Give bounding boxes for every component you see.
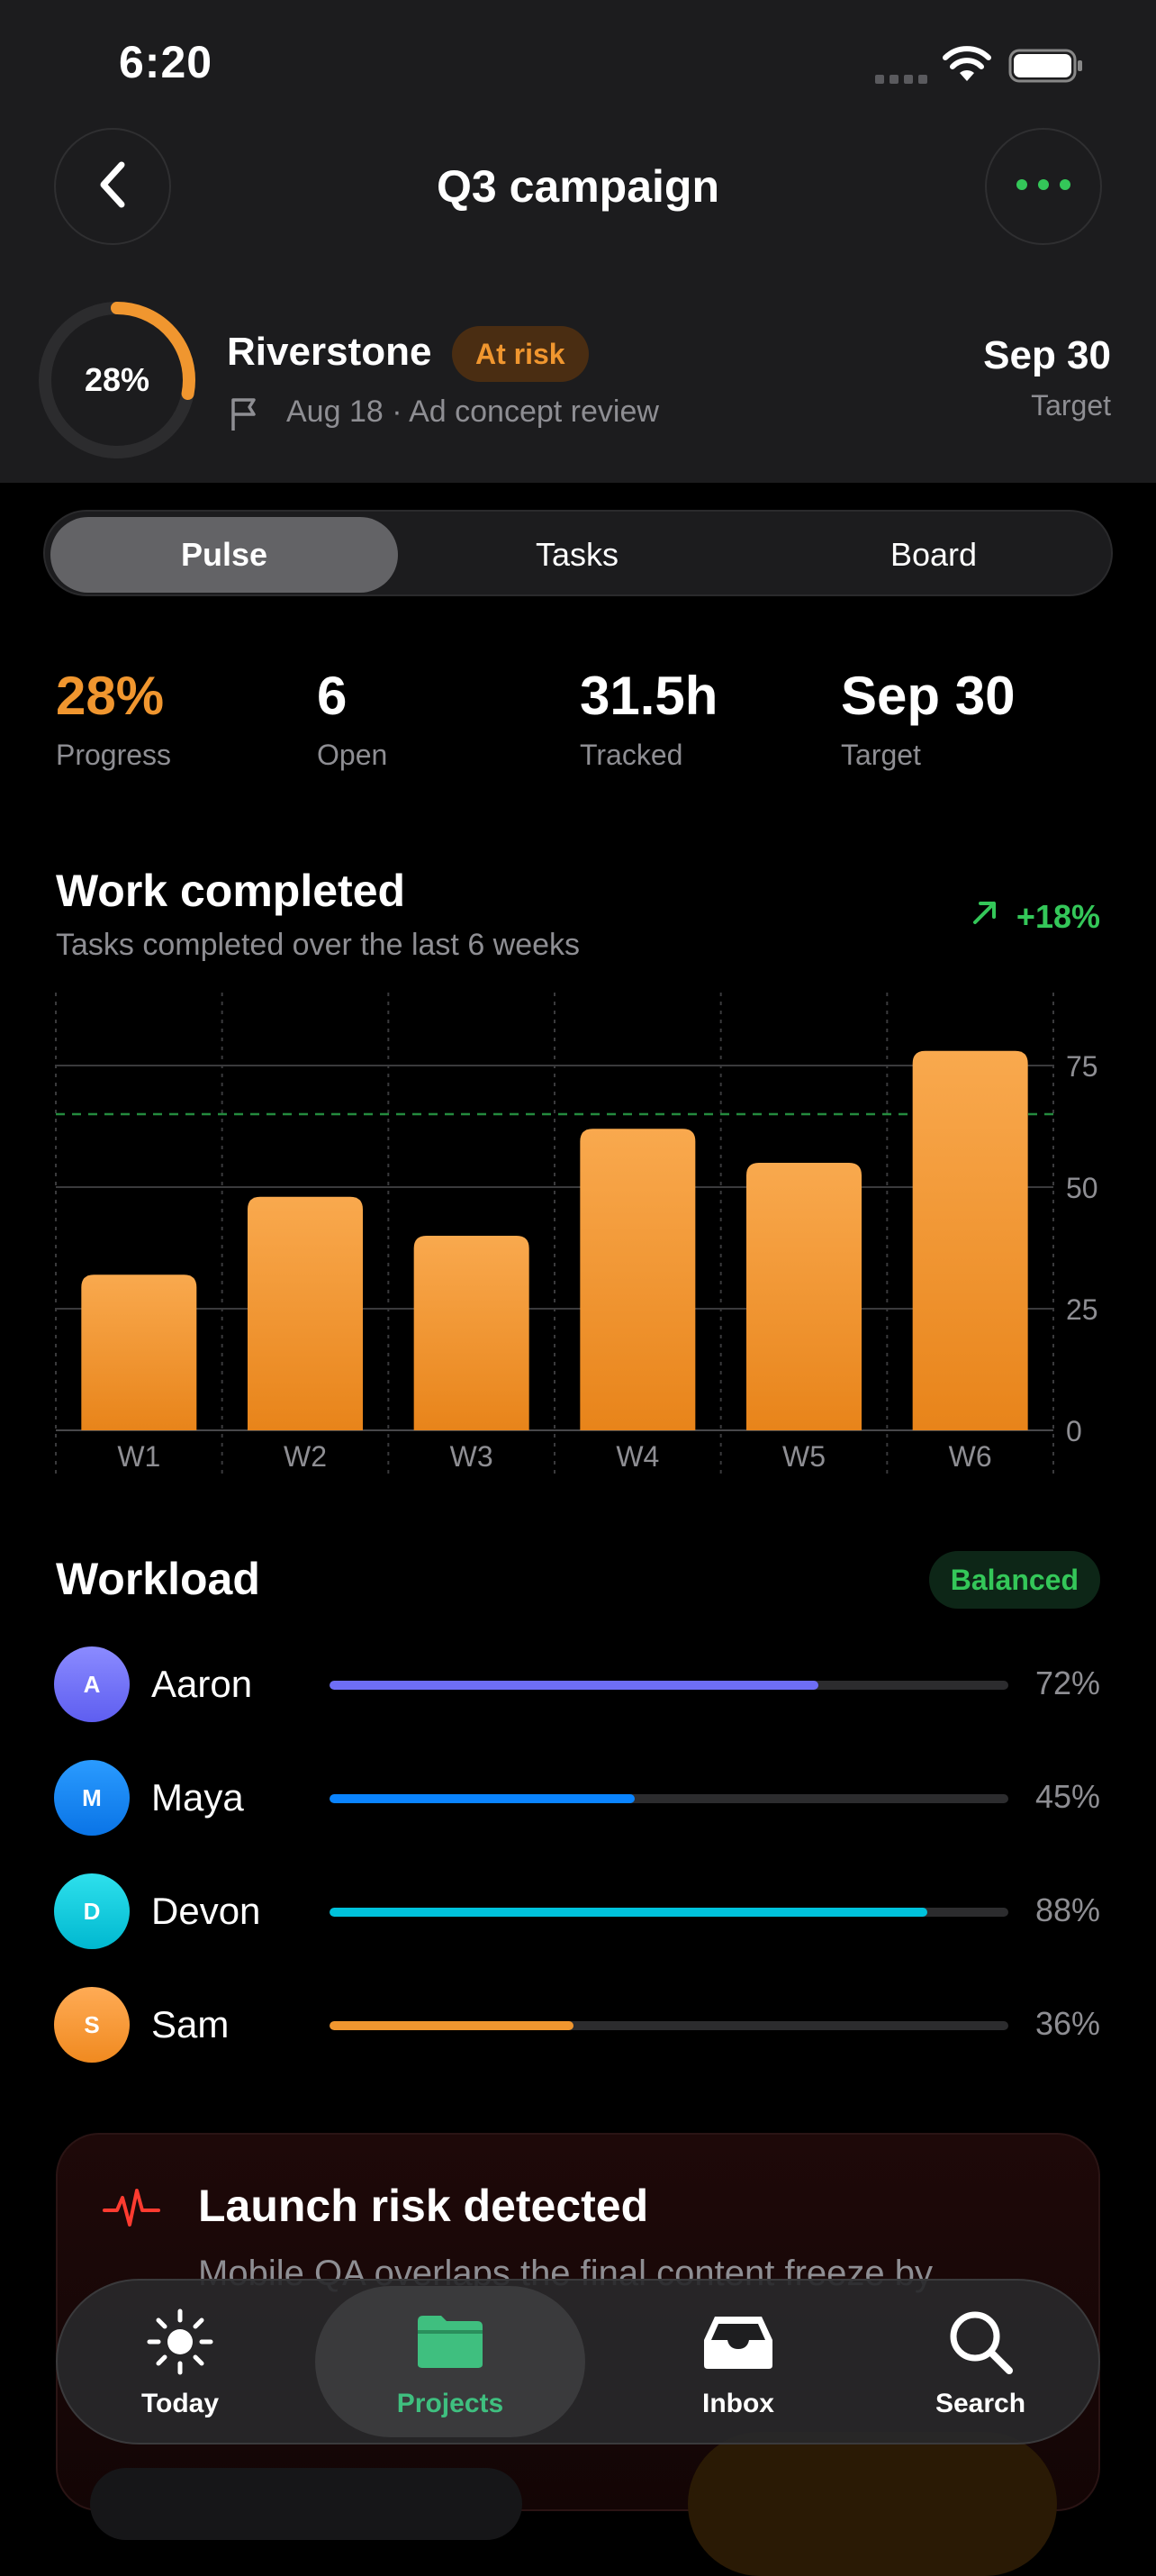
milestone-text: Aug 18 · Ad concept review (286, 395, 659, 429)
workload-row[interactable]: S Sam 36% (0, 1987, 1156, 2066)
member-name: Devon (151, 1890, 261, 1932)
y-tick-label: 0 (1066, 1415, 1082, 1447)
x-tick-label: W6 (949, 1440, 992, 1473)
work-completed-chart: 0 25 50 75 W1 W2 W3 W4 W5 W6 (55, 993, 1098, 1475)
workload-percent: 88% (1034, 1891, 1100, 1928)
workload-row[interactable]: M Maya 45% (0, 1760, 1156, 1839)
inbox-icon (621, 2306, 855, 2378)
arrow-up-right-icon (970, 897, 1000, 936)
chart-subtitle: Tasks completed over the last 6 weeks (56, 928, 581, 962)
workload-row[interactable]: D Devon 88% (0, 1873, 1156, 1953)
project-name: Riverstone (227, 330, 432, 374)
chart-bar (248, 1196, 363, 1430)
chart-bar (746, 1163, 862, 1430)
chart-title: Work completed (56, 866, 406, 916)
trend-value: +18% (1016, 897, 1100, 935)
avatar: S (54, 1987, 130, 2063)
chart-bar (912, 1050, 1028, 1430)
tab-bar-inbox[interactable]: Inbox (621, 2286, 855, 2437)
tab-bar-label: Inbox (702, 2389, 774, 2418)
cellular-signal-icon (875, 72, 929, 88)
trend-indicator: +18% (970, 897, 1100, 936)
stat-progress-label: Progress (56, 739, 172, 771)
x-tick-label: W5 (782, 1440, 826, 1473)
x-tick-label: W1 (117, 1440, 160, 1473)
search-icon (868, 2306, 1093, 2378)
tab-pulse[interactable]: Pulse (50, 517, 398, 593)
progress-ring: 28% (34, 297, 200, 463)
workload-percent: 72% (1034, 1664, 1100, 1701)
workload-bar-track (330, 1794, 1008, 1803)
workload-bar-track (330, 1908, 1008, 1917)
more-options-button[interactable] (985, 128, 1102, 245)
pulse-icon (103, 2185, 160, 2236)
workload-bar-fill (330, 1794, 636, 1803)
workload-percent: 36% (1034, 2005, 1100, 2042)
chart-bar (580, 1129, 696, 1430)
wifi-icon (942, 45, 992, 89)
tab-bar-label: Projects (396, 2389, 504, 2418)
workload-bar-fill (330, 1681, 818, 1690)
tab-board[interactable]: Board (760, 517, 1107, 593)
stat-open-value: 6 (317, 666, 348, 726)
stat-tracked-label: Tracked (580, 739, 683, 771)
project-header: 6:20 Q3 campaign 28% Riverstone At risk … (0, 0, 1156, 483)
workload-percent: 45% (1034, 1778, 1100, 1815)
avatar: A (54, 1646, 130, 1722)
stat-target-value: Sep 30 (841, 666, 1016, 726)
tab-bar: Today Projects Inbox Search (56, 2279, 1100, 2444)
stat-tracked-value: 31.5h (580, 666, 718, 726)
status-badge: At risk (452, 326, 589, 382)
x-tick-label: W3 (450, 1440, 493, 1473)
stat-target-label: Target (841, 739, 921, 771)
tab-tasks[interactable]: Tasks (403, 517, 751, 593)
member-name: Aaron (151, 1663, 253, 1705)
member-name: Maya (151, 1776, 244, 1819)
workload-bar-fill (330, 2021, 574, 2030)
page-title: Q3 campaign (437, 161, 719, 212)
progress-ring-label: 28% (84, 361, 150, 398)
workload-title: Workload (56, 1554, 260, 1604)
avatar: D (54, 1873, 130, 1949)
status-time: 6:20 (119, 37, 213, 87)
x-tick-label: W2 (284, 1440, 327, 1473)
chart-bar (413, 1236, 529, 1430)
y-tick-label: 50 (1066, 1172, 1098, 1204)
tab-bar-projects[interactable]: Projects (315, 2286, 585, 2437)
tab-bar-today[interactable]: Today (63, 2286, 297, 2437)
folder-icon (315, 2306, 585, 2378)
stat-progress-value: 28% (56, 666, 165, 726)
sun-icon (63, 2306, 297, 2378)
flag-icon (229, 396, 261, 437)
segmented-control: Pulse Tasks Board (43, 510, 1113, 596)
avatar: M (54, 1760, 130, 1836)
workload-bar-track (330, 2021, 1008, 2030)
tab-bar-label: Search (935, 2389, 1026, 2418)
alert-title: Launch risk detected (198, 2181, 649, 2231)
y-tick-label: 75 (1066, 1050, 1098, 1083)
workload-bar-track (330, 1681, 1008, 1690)
target-date: Sep 30 (983, 333, 1111, 377)
stat-open-label: Open (317, 739, 388, 771)
tab-bar-label: Today (140, 2389, 220, 2418)
y-tick-label: 25 (1066, 1293, 1098, 1326)
tab-bar-search[interactable]: Search (868, 2286, 1093, 2437)
member-name: Sam (151, 2003, 230, 2045)
battery-icon (1008, 49, 1084, 87)
x-tick-label: W4 (616, 1440, 659, 1473)
workload-badge: Balanced (928, 1551, 1100, 1609)
background-element (688, 2432, 1057, 2576)
background-element (90, 2468, 522, 2540)
ellipsis-icon (1015, 178, 1072, 195)
target-label: Target (1031, 389, 1111, 422)
workload-row[interactable]: A Aaron 72% (0, 1646, 1156, 1726)
chart-bar (81, 1274, 197, 1430)
workload-bar-fill (330, 1908, 927, 1917)
